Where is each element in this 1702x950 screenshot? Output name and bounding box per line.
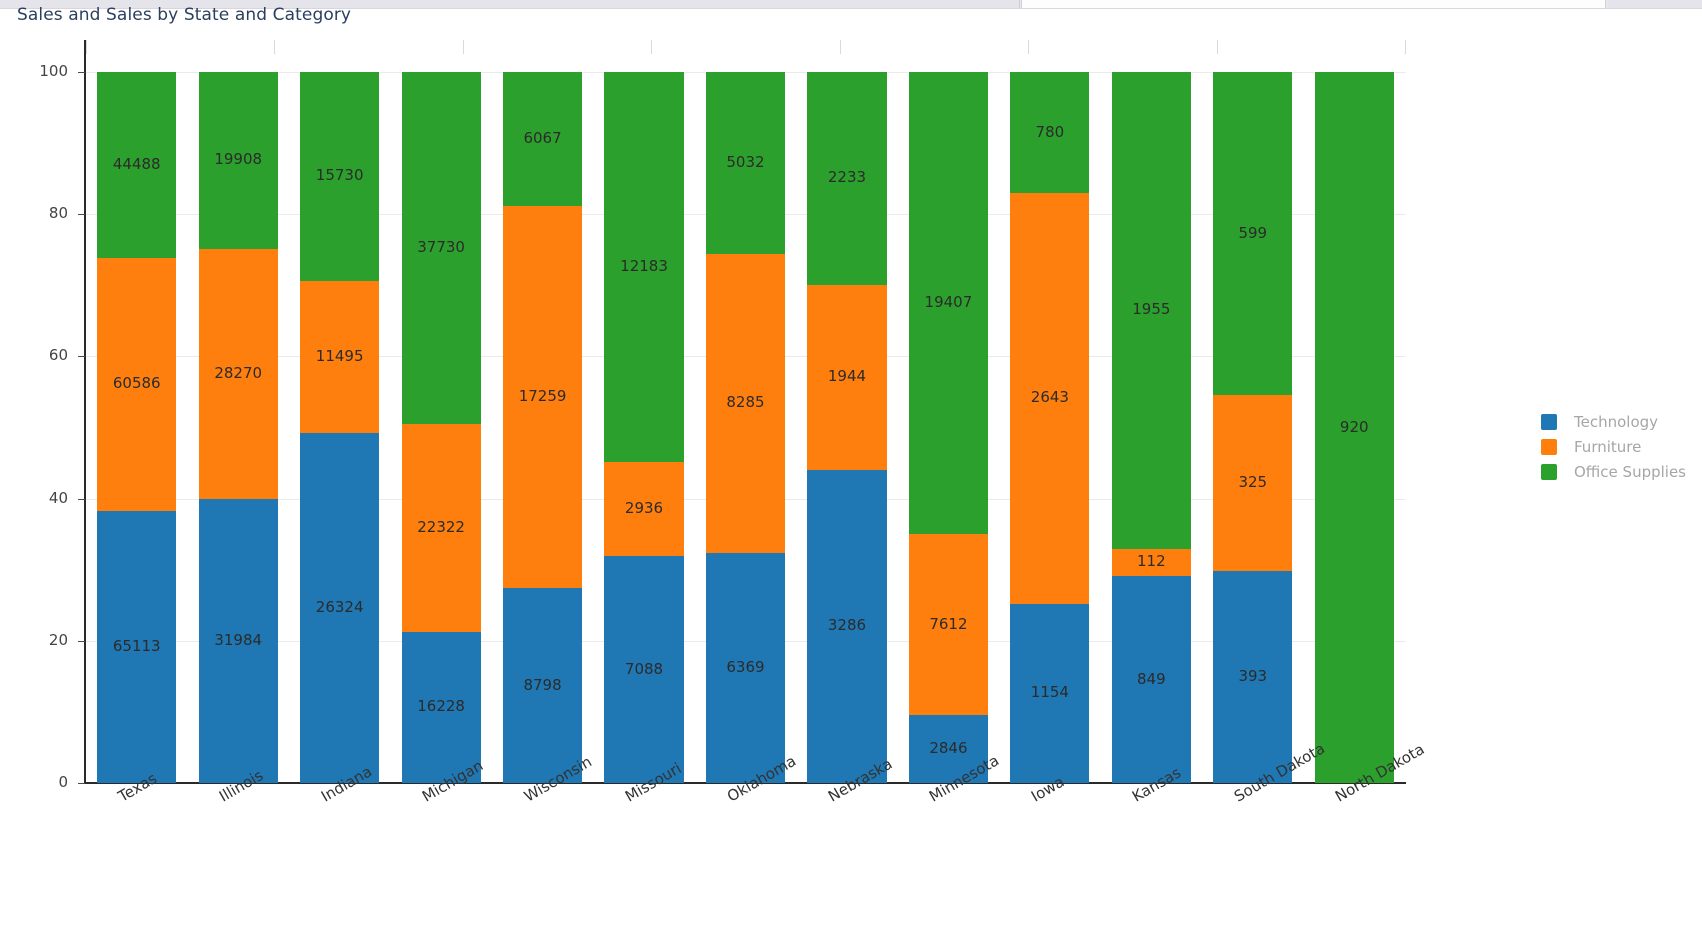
bar-series-layer: 65113 60586 44488 31984 28270 19908 26324 11495… <box>0 0 1702 950</box>
bar-value-label: 11495 <box>315 347 364 366</box>
bar-segment[interactable]: 31984 <box>198 499 278 783</box>
bar-value-label: 920 <box>1339 417 1369 436</box>
bar-value-label: 22322 <box>417 517 465 536</box>
bar-value-label: 37730 <box>417 237 465 256</box>
bar-value-label: 780 <box>1035 122 1065 141</box>
bar-segment[interactable]: 6369 <box>705 552 786 783</box>
bar-value-label: 2233 <box>827 168 867 187</box>
bar-segment[interactable]: 2643 <box>1010 193 1090 604</box>
bar-value-label: 17259 <box>518 387 567 406</box>
legend-item-label: Office Supplies <box>1574 463 1687 481</box>
legend: Technology Furniture Office Supplies <box>1541 410 1686 485</box>
bar-value-label: 393 <box>1238 666 1268 685</box>
bar-segment[interactable]: 8285 <box>705 253 786 553</box>
bar-value-label: 1944 <box>827 367 867 386</box>
bar-segment[interactable]: 112 <box>1111 548 1191 576</box>
bar-value-label: 12183 <box>620 257 668 276</box>
legend-item[interactable]: Technology <box>1541 410 1686 434</box>
bar-value-label: 19908 <box>214 150 263 169</box>
bar-segment[interactable]: 8798 <box>503 588 583 783</box>
bar-segment[interactable]: 599 <box>1213 72 1293 396</box>
bar-column[interactable]: 26324 11495 15730 <box>300 72 380 783</box>
bar-column[interactable]: 8798 17259 6067 <box>503 72 583 783</box>
bar-value-label: 1154 <box>1030 683 1069 702</box>
bar-segment[interactable]: 60586 <box>97 257 177 511</box>
bar-value-label: 2936 <box>624 499 664 518</box>
bar-column[interactable]: 6369 8285 5032 <box>705 72 786 783</box>
bar-value-label: 5032 <box>726 152 765 171</box>
bar-segment[interactable]: 15730 <box>300 72 380 281</box>
bar-column[interactable]: 31984 28270 19908 <box>198 72 278 783</box>
bar-segment[interactable]: 65113 <box>97 510 177 783</box>
legend-swatch-icon <box>1541 464 1557 480</box>
bar-column[interactable]: 65113 60586 44488 <box>97 72 177 783</box>
bar-segment[interactable]: 780 <box>1010 72 1090 194</box>
bar-value-label: 599 <box>1238 223 1268 242</box>
bar-value-label: 19407 <box>924 293 973 312</box>
bar-segment[interactable]: 2233 <box>807 72 887 285</box>
legend-swatch-icon <box>1541 439 1557 455</box>
bar-column[interactable]: 16228 22322 37730 <box>401 72 481 783</box>
bar-segment[interactable]: 2936 <box>604 462 684 557</box>
bar-segment[interactable]: 6067 <box>503 72 583 207</box>
bar-segment[interactable]: 11495 <box>300 280 380 434</box>
bar-value-label: 6067 <box>523 129 562 148</box>
bar-segment[interactable]: 26324 <box>300 433 380 783</box>
bar-value-label: 2643 <box>1030 388 1069 407</box>
bar-column[interactable]: 849 112 1955 <box>1111 72 1191 783</box>
bar-segment[interactable]: 17259 <box>503 206 583 589</box>
bar-segment[interactable]: 37730 <box>401 72 481 424</box>
bar-column[interactable]: 2846 7612 19407 <box>908 72 988 783</box>
legend-swatch-icon <box>1541 414 1557 430</box>
bar-value-label: 849 <box>1137 669 1166 688</box>
bar-value-label: 1955 <box>1132 300 1171 319</box>
bar-value-label: 26324 <box>315 598 364 617</box>
legend-item-label: Technology <box>1574 413 1659 431</box>
bar-segment[interactable]: 22322 <box>401 423 481 632</box>
bar-value-label: 65113 <box>112 636 161 655</box>
bar-segment[interactable]: 3286 <box>807 469 887 783</box>
bar-segment[interactable]: 12183 <box>604 72 684 463</box>
bar-segment[interactable]: 1944 <box>807 284 887 470</box>
chart-page: Sales and Sales by State and Category 02… <box>0 0 1702 950</box>
bar-column[interactable]: 3286 1944 2233 <box>807 72 887 783</box>
bar-value-label: 44488 <box>112 154 161 173</box>
bar-segment[interactable]: 44488 <box>97 72 177 258</box>
bar-column[interactable]: 7088 2936 12183 <box>604 72 684 783</box>
bar-value-label: 112 <box>1137 552 1166 571</box>
bar-segment[interactable]: 19407 <box>908 72 988 535</box>
bar-segment[interactable]: 5032 <box>705 72 786 254</box>
bar-segment[interactable]: 1955 <box>1111 72 1191 549</box>
bar-value-label: 60586 <box>112 374 161 393</box>
legend-item-label: Furniture <box>1574 438 1642 456</box>
bar-value-label: 8798 <box>523 675 562 694</box>
bar-segment[interactable]: 19908 <box>198 72 278 249</box>
bar-segment[interactable]: 393 <box>1213 570 1293 783</box>
bar-value-label: 7612 <box>929 614 968 633</box>
bar-value-label: 16228 <box>417 697 465 716</box>
bar-segment[interactable]: 849 <box>1111 576 1191 783</box>
bar-segment[interactable]: 1154 <box>1010 603 1090 783</box>
bar-value-label: 31984 <box>214 631 263 650</box>
legend-item[interactable]: Furniture <box>1541 435 1686 459</box>
bar-column[interactable]: 920 <box>1314 72 1394 783</box>
bar-column[interactable]: 1154 2643 780 <box>1010 72 1090 783</box>
bar-segment[interactable]: 920 <box>1314 72 1394 783</box>
bar-segment[interactable]: 7612 <box>908 534 988 716</box>
bar-value-label: 8285 <box>726 393 765 412</box>
bar-value-label: 7088 <box>624 659 664 678</box>
bar-value-label: 15730 <box>315 166 364 185</box>
bar-value-label: 2846 <box>929 739 968 758</box>
bar-segment[interactable]: 28270 <box>198 248 278 500</box>
bar-segment[interactable]: 7088 <box>604 556 684 783</box>
bar-value-label: 28270 <box>214 363 263 382</box>
bar-value-label: 6369 <box>726 657 765 676</box>
bar-value-label: 3286 <box>827 616 867 635</box>
legend-item[interactable]: Office Supplies <box>1541 460 1686 484</box>
bar-column[interactable]: 393 325 599 <box>1213 72 1293 783</box>
bar-value-label: 325 <box>1238 473 1268 492</box>
bar-segment[interactable]: 325 <box>1213 395 1293 571</box>
